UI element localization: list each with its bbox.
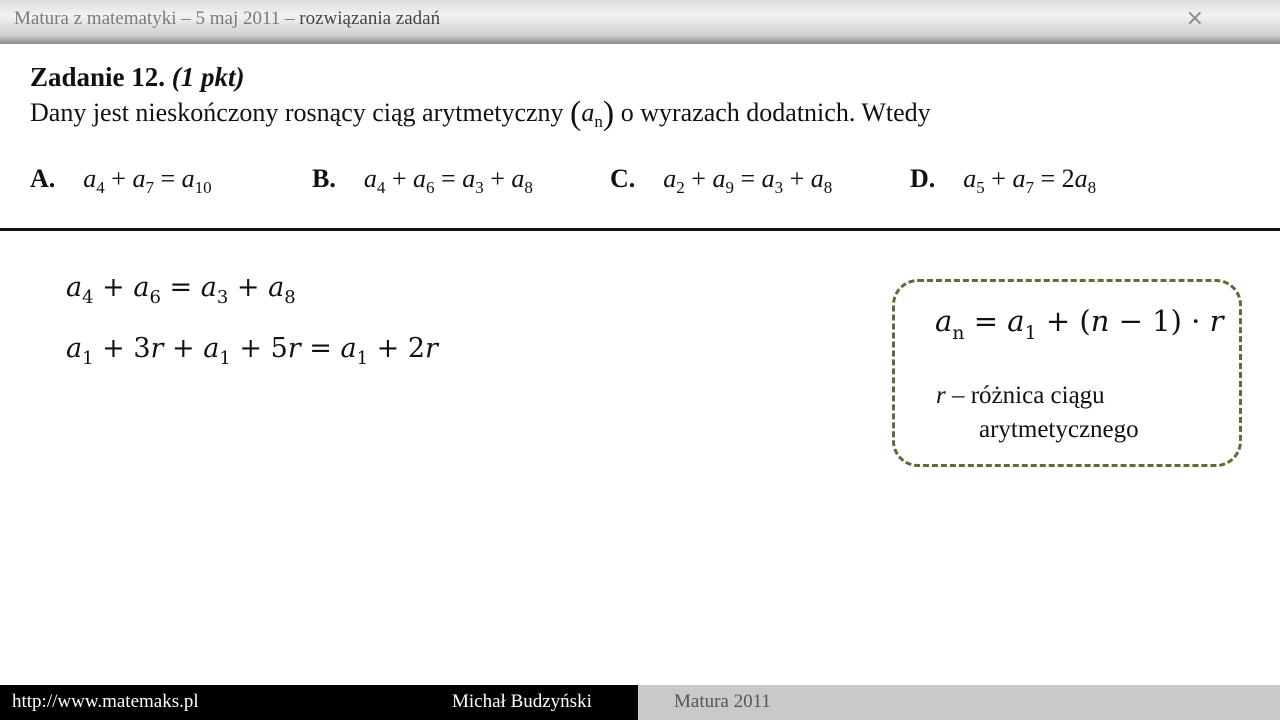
task-points: (1 pkt) [171, 62, 245, 92]
formula-box: an = a1 + (n − 1) · r r – różnica ciągu … [892, 279, 1242, 467]
window-title-highlight: rozwiązania zadań [299, 8, 441, 29]
option-d[interactable]: D. a5 + a7 = 2a8 [910, 164, 1096, 198]
footer-exam-label: Matura 2011 [674, 691, 771, 712]
task-statement: Zadanie 12. (1 pkt) Dany jest nieskończo… [30, 62, 1260, 133]
footer-bar: http://www.matemaks.pl Michał Budzyński … [0, 685, 1280, 720]
option-b[interactable]: B. a4 + a6 = a3 + a8 [312, 164, 533, 198]
formula-note: r – różnica ciągu [936, 382, 1105, 409]
task-title: Zadanie 12. (1 pkt) [30, 62, 245, 92]
footer-author: Michał Budzyński [452, 691, 592, 712]
option-a[interactable]: A. a4 + a7 = a10 [30, 164, 212, 198]
answer-options: A. a4 + a7 = a10 B. a4 + a6 = a3 + a8 C. a2… [0, 164, 1280, 204]
footer-url[interactable]: http://www.matemaks.pl [12, 691, 199, 713]
task-text: Dany jest nieskończony rosnący ciąg aryt… [30, 95, 931, 132]
title-bar: Matura z matematyki – 5 maj 2011 – rozwi… [0, 0, 1280, 44]
section-divider [0, 228, 1280, 231]
option-c[interactable]: C. a2 + a9 = a3 + a8 [610, 164, 832, 198]
formula-note-continued: arytmetycznego [979, 416, 1139, 443]
general-term-formula: an = a1 + (n − 1) · r [935, 304, 1224, 344]
window-title: Matura z matematyki – 5 maj 2011 – rozwi… [14, 8, 441, 29]
solution-line-2: a1 + 3r + a1 + 5r = a1 + 2r [66, 333, 438, 369]
close-icon[interactable]: × [1186, 8, 1204, 30]
solution-line-1: a4 + a6 = a3 + a8 [66, 272, 296, 308]
sequence-symbol: (an) [570, 95, 615, 132]
